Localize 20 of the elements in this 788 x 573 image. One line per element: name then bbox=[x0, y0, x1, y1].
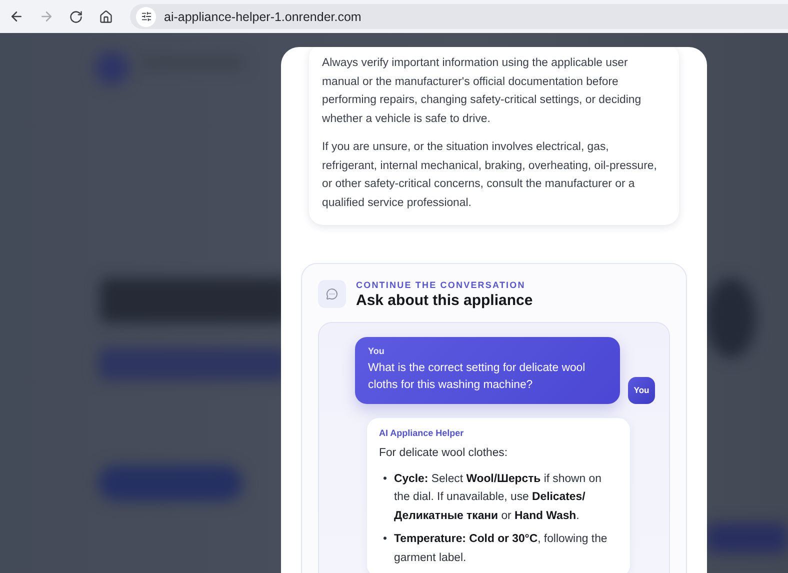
user-avatar: You bbox=[628, 376, 655, 404]
bullet-marker: • bbox=[383, 532, 387, 548]
message-text: For delicate wool clothes: bbox=[379, 446, 509, 461]
url-text: ai-appliance-helper-1.onrender.com bbox=[164, 10, 362, 24]
message-author: AI Appliance Helper bbox=[379, 428, 465, 438]
home-icon[interactable] bbox=[99, 10, 113, 24]
chat-bubble-icon bbox=[318, 280, 346, 308]
disclaimer-paragraph: If you are unsure, or the situation involves electrical, gas, refrigerant, internal mechanical, braking, overheating, oil-pressure, or other safety-critical concerns, consult the manufacturer or a qualified service professional. bbox=[322, 140, 658, 211]
site-settings-button[interactable] bbox=[136, 6, 156, 26]
section-title: Ask about this appliance bbox=[356, 292, 533, 309]
list-item: Temperature: Cold or 30°C, following the garment label. bbox=[394, 532, 608, 566]
bullet-marker: • bbox=[383, 472, 387, 487]
message-text: What is the correct setting for delicate wool cloths for this washing machine? bbox=[368, 360, 586, 393]
sliders-icon bbox=[140, 11, 152, 22]
list-item: Cycle: Select Wool/Шерсть if shown on the dial. If unavailable, use Delicates/ Деликатные ткани or Hand Wash. bbox=[394, 472, 602, 524]
disclaimer-paragraph: Always verify important information using the applicable user manual or the manufacturer's official documentation before performing repairs, changing safety-critical settings, or deciding whether a vehicle is safe to drive. bbox=[322, 56, 642, 128]
reload-icon[interactable] bbox=[69, 10, 83, 24]
message-author: You bbox=[368, 346, 386, 356]
section-eyebrow: CONTINUE THE CONVERSATION bbox=[356, 280, 526, 290]
address-bar[interactable]: ai-appliance-helper-1.onrender.com bbox=[130, 4, 788, 29]
